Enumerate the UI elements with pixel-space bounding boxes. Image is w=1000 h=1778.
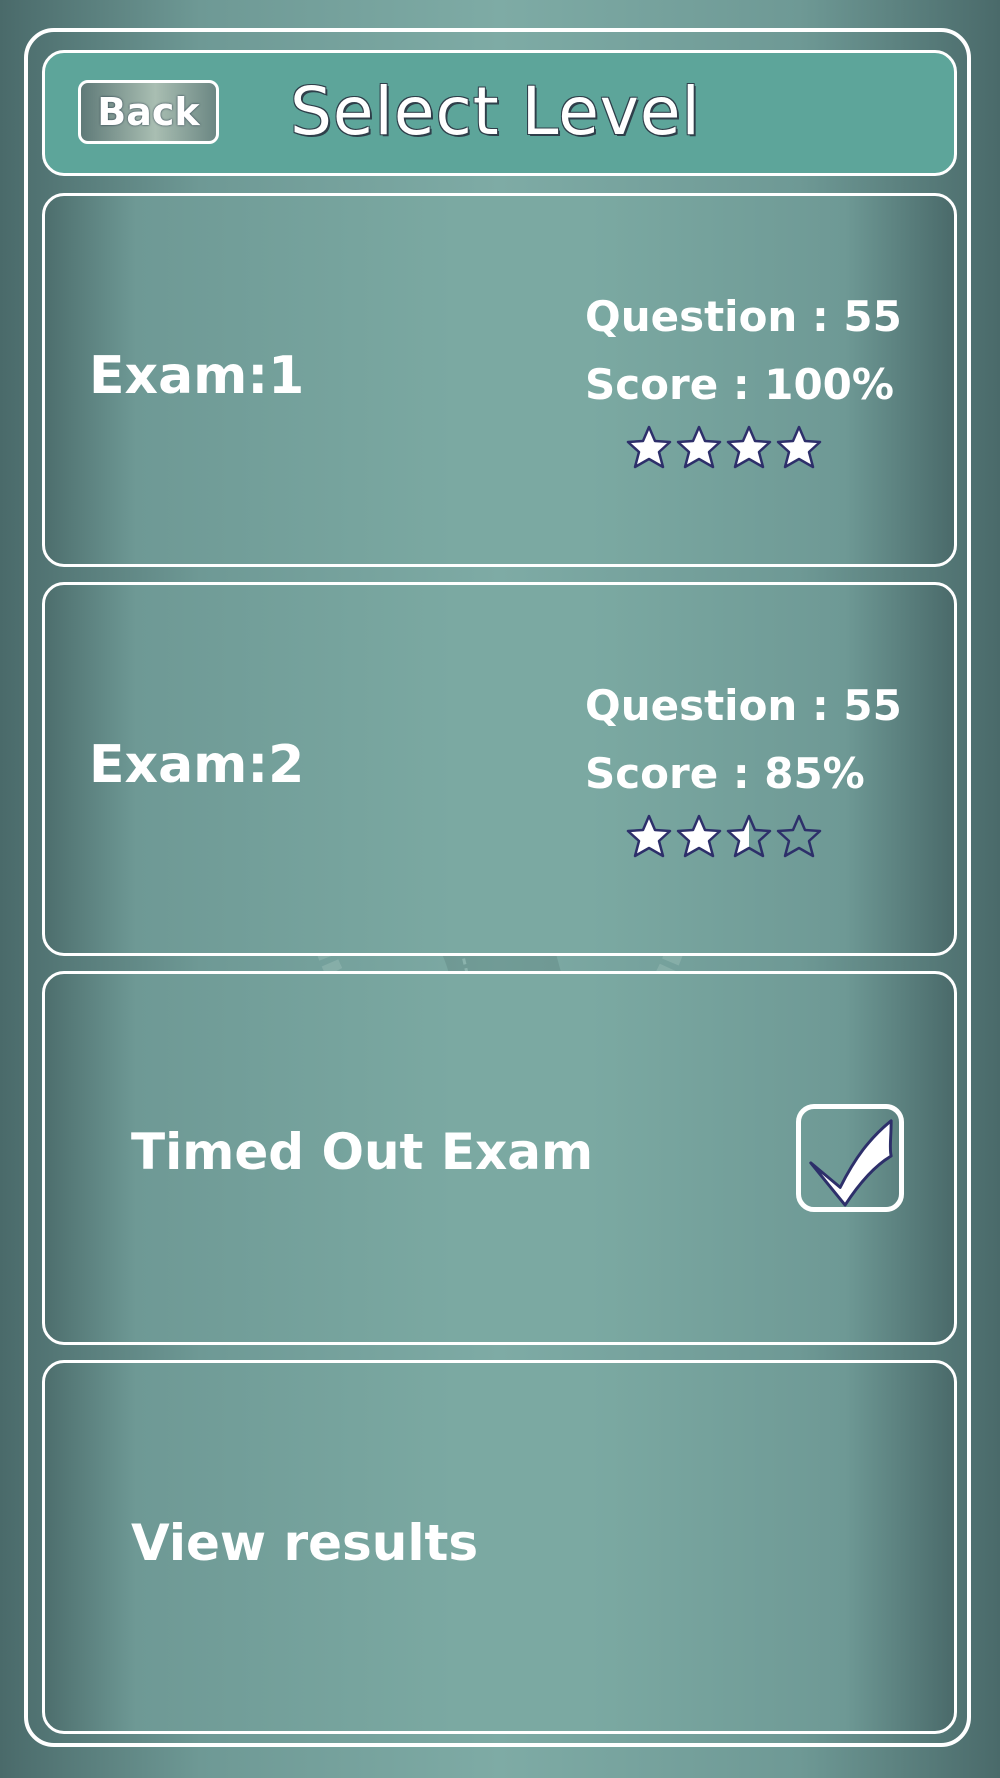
timed-exam-card[interactable]: Timed Out Exam <box>42 971 957 1345</box>
star-rating <box>625 813 823 859</box>
question-count: Question : 55 <box>585 681 902 730</box>
view-results-button[interactable]: View results <box>131 1513 478 1573</box>
page-title: Select Level <box>290 73 701 150</box>
star-icon <box>626 425 672 469</box>
star-icon <box>726 425 772 469</box>
exam-title: Exam:1 <box>89 346 305 406</box>
exam-title: Exam:2 <box>89 735 305 795</box>
question-count: Question : 55 <box>585 292 902 341</box>
score-value: Score : 100% <box>585 360 894 409</box>
star-icon <box>676 425 722 469</box>
back-button[interactable]: Back <box>78 80 219 144</box>
star-icon <box>626 814 672 858</box>
star-rating <box>625 424 823 470</box>
exam-card-2[interactable]: Exam:2 Question : 55 Score : 85% <box>42 582 957 956</box>
view-results-card[interactable]: View results <box>42 1360 957 1734</box>
exam-card-1[interactable]: Exam:1 Question : 55 Score : 100% <box>42 193 957 567</box>
star-icon <box>676 814 722 858</box>
check-icon <box>809 1119 893 1207</box>
score-value: Score : 85% <box>585 749 865 798</box>
timed-exam-label: Timed Out Exam <box>131 1123 594 1181</box>
timed-exam-checkbox[interactable] <box>796 1104 904 1212</box>
star-icon <box>776 814 822 858</box>
star-icon <box>726 814 772 858</box>
star-icon <box>776 425 822 469</box>
